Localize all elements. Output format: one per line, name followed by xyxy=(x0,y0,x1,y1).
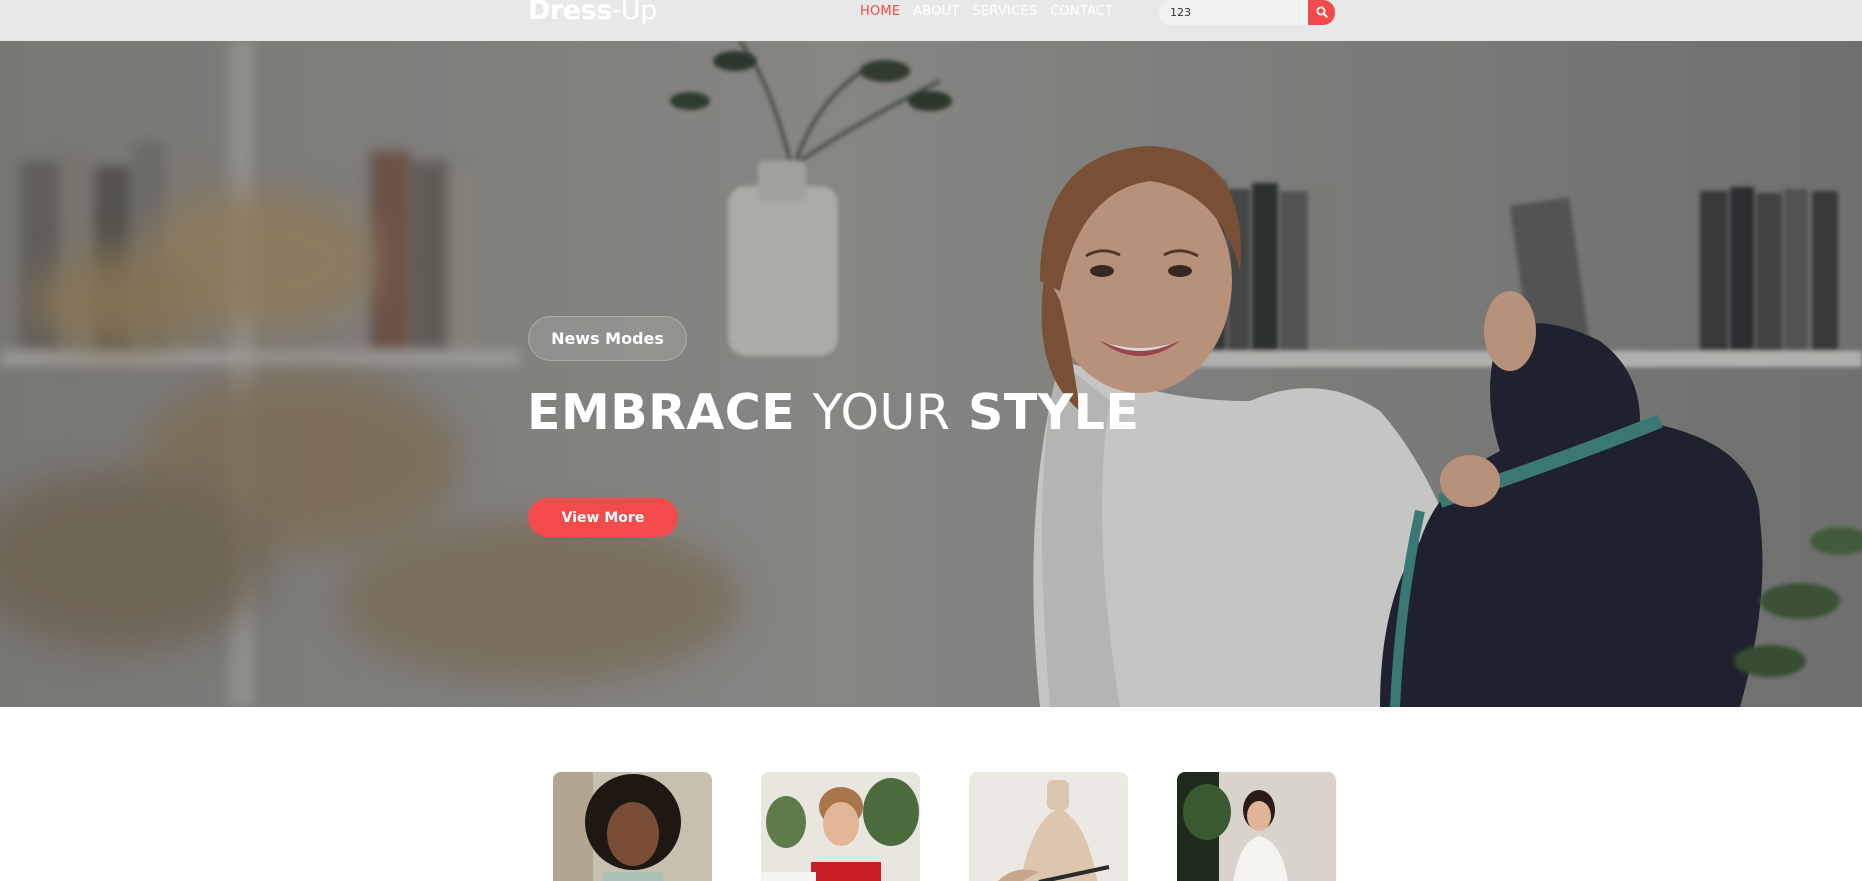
card-mannequin-tailoring[interactable] xyxy=(969,772,1128,881)
nav-link-services[interactable]: SERVICES xyxy=(973,2,1038,22)
card-woman-designer[interactable] xyxy=(1177,772,1336,881)
search-button[interactable] xyxy=(1308,0,1335,25)
main-menu: HOME ABOUT SERVICES CONTACT xyxy=(860,2,1113,22)
view-more-button[interactable]: View More xyxy=(528,498,678,537)
site-logo[interactable]: Dress-Up xyxy=(528,0,657,28)
hero-title-word-your: YOUR xyxy=(812,384,951,441)
nav-link-home[interactable]: HOME xyxy=(860,2,900,22)
search-box xyxy=(1159,0,1335,25)
mannequin-tailoring-photo xyxy=(969,772,1128,881)
search-input[interactable] xyxy=(1159,0,1319,25)
team-cards-section xyxy=(0,707,1862,881)
hero-title: EMBRACE YOUR STYLE xyxy=(527,383,1139,443)
card-woman-sewing[interactable] xyxy=(761,772,920,881)
hero-tag-badge: News Modes xyxy=(528,316,687,361)
nav-link-about[interactable]: ABOUT xyxy=(913,2,959,22)
search-icon xyxy=(1316,6,1328,18)
woman-sewing-photo xyxy=(761,772,920,881)
hero-title-word-style: STYLE xyxy=(968,384,1140,441)
woman-designer-photo xyxy=(1177,772,1336,881)
logo-part-up: -Up xyxy=(611,0,658,26)
hero-title-word-embrace: EMBRACE xyxy=(527,384,796,441)
woman-curly-hair-photo xyxy=(553,772,712,881)
card-woman-curly-hair[interactable] xyxy=(553,772,712,881)
hero-dark-overlay xyxy=(0,41,1862,707)
nav-link-contact[interactable]: CONTACT xyxy=(1050,2,1113,22)
hero-banner: News Modes EMBRACE YOUR STYLE View More xyxy=(0,41,1862,707)
top-navbar: Dress-Up HOME ABOUT SERVICES CONTACT xyxy=(0,0,1862,41)
logo-part-dress: Dress xyxy=(528,0,612,26)
